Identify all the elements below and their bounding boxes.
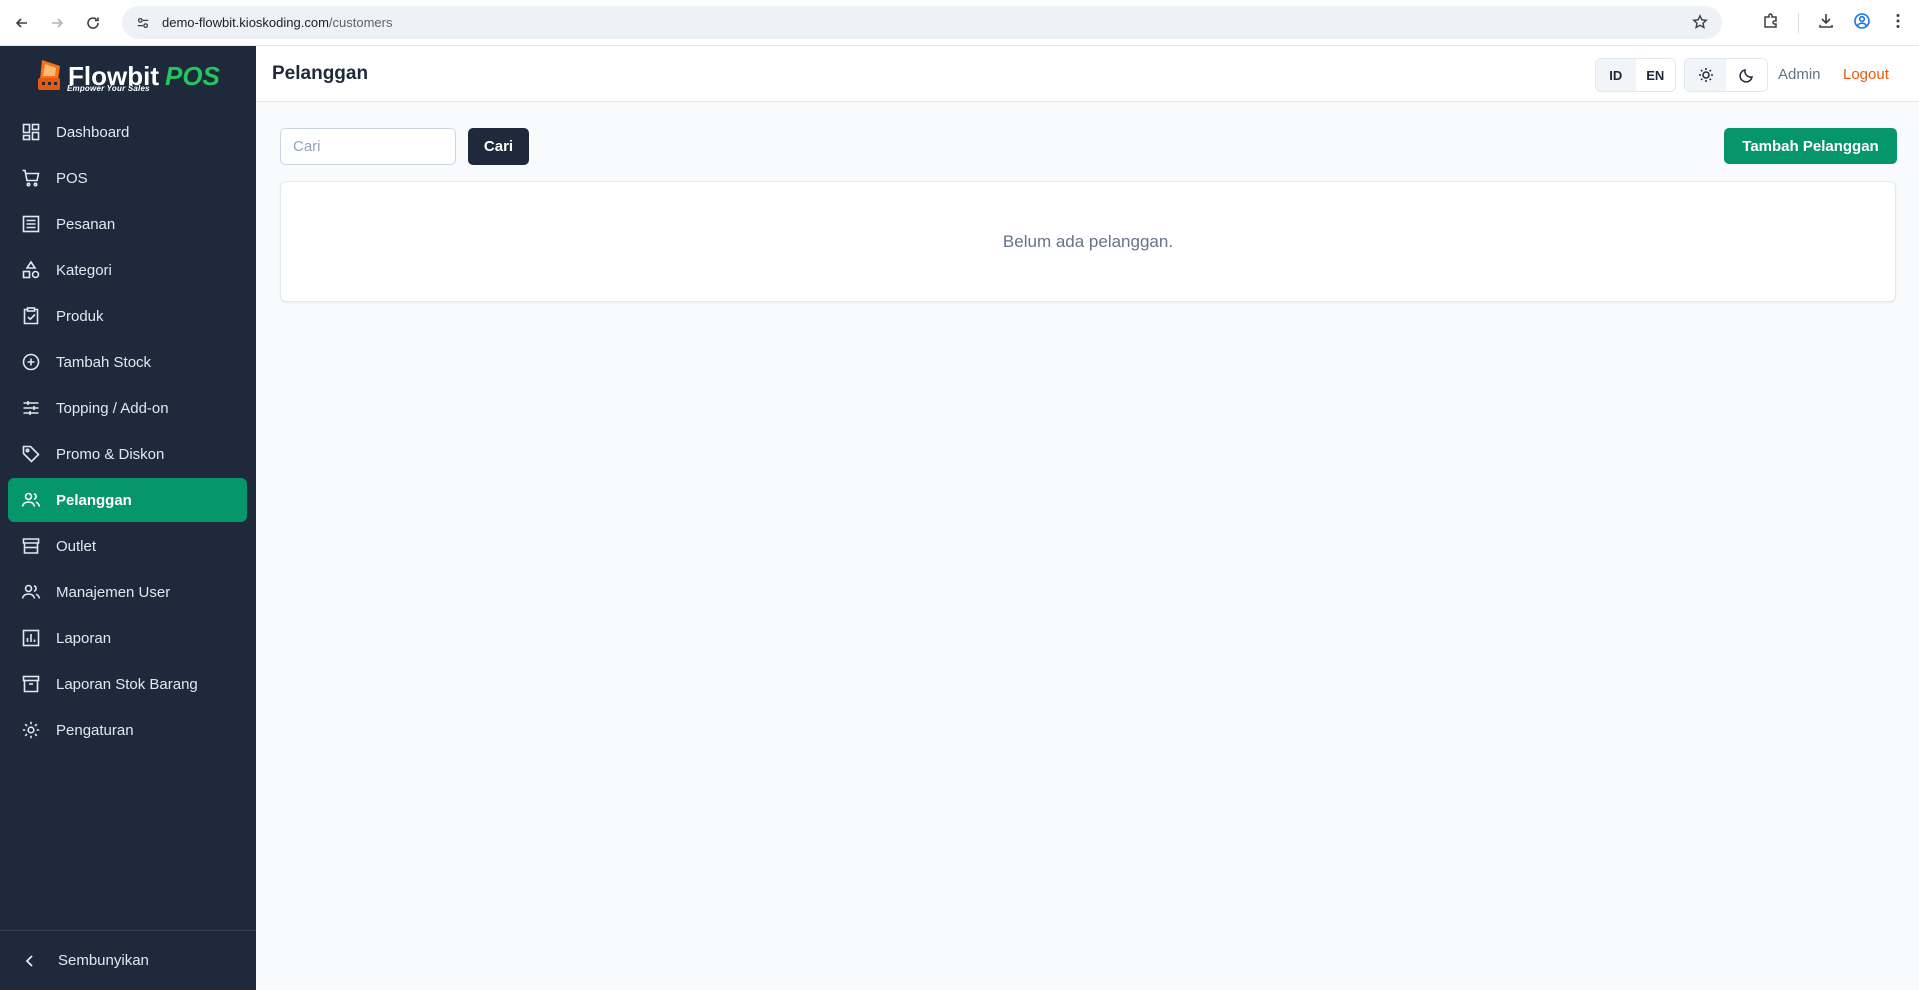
sliders-icon <box>23 401 39 415</box>
moon-icon <box>1738 69 1753 83</box>
lang-en-button[interactable]: EN <box>1636 59 1676 91</box>
sidebar-item-label: Dashboard <box>56 123 130 141</box>
sidebar-menu: Dashboard POS Pesanan Kategori Produk Ta… <box>8 110 247 754</box>
logo-cart-icon <box>38 60 60 90</box>
add-customer-button[interactable]: Tambah Pelanggan <box>1724 128 1897 164</box>
search-button[interactable]: Cari <box>468 128 529 165</box>
sidebar-item-kategori[interactable]: Kategori <box>8 248 247 292</box>
sidebar-item-manajemen-user[interactable]: Manajemen User <box>8 570 247 614</box>
sidebar-item-label: Laporan <box>56 629 112 647</box>
top-header: Pelanggan ID EN Admin Logout <box>256 46 1919 102</box>
logout-link[interactable]: Logout <box>1843 66 1889 83</box>
sidebar-item-label: Topping / Add-on <box>56 399 169 417</box>
gear-icon <box>22 721 40 739</box>
light-mode-button[interactable] <box>1685 59 1726 91</box>
download-icon[interactable] <box>1817 12 1835 30</box>
store-icon <box>22 538 40 554</box>
sidebar-item-label: Promo & Diskon <box>56 445 165 463</box>
clipboard-check-icon <box>23 307 39 325</box>
sidebar-item-outlet[interactable]: Outlet <box>8 524 247 568</box>
plus-circle-icon <box>22 353 40 371</box>
browser-menu-icon[interactable] <box>1889 12 1907 30</box>
dashboard-icon <box>22 123 40 141</box>
brand-tagline: Empower Your Sales <box>67 84 150 93</box>
sidebar-item-laporan-stok[interactable]: Laporan Stok Barang <box>8 662 247 706</box>
chevron-left-icon <box>25 954 33 967</box>
sidebar-item-label: Outlet <box>56 537 97 555</box>
sidebar-item-label: Pesanan <box>56 215 116 233</box>
bookmark-star-icon[interactable] <box>1692 14 1708 30</box>
theme-toggle <box>1684 58 1768 92</box>
page-title: Pelanggan <box>272 63 369 84</box>
sidebar-item-label: Produk <box>56 307 104 325</box>
sidebar-item-promo[interactable]: Promo & Diskon <box>8 432 247 476</box>
site-settings-icon[interactable] <box>136 16 150 30</box>
extensions-icon[interactable] <box>1762 12 1780 30</box>
shapes-icon <box>22 260 40 279</box>
address-bar[interactable]: demo-flowbit.kioskoding.com/customers <box>122 6 1722 39</box>
sidebar-item-label: Pelanggan <box>56 491 132 509</box>
tag-icon <box>22 445 40 463</box>
sidebar-item-label: Laporan Stok Barang <box>56 675 198 693</box>
sidebar-item-label: POS <box>56 169 88 187</box>
users-icon <box>21 584 41 599</box>
sidebar-item-tambah-stock[interactable]: Tambah Stock <box>8 340 247 384</box>
sidebar: Flowbit POS Empower Your Sales Dashboard … <box>0 46 256 990</box>
empty-state-message: Belum ada pelanggan. <box>1002 231 1174 251</box>
reload-icon[interactable] <box>82 12 104 34</box>
sidebar-item-label: Kategori <box>56 261 112 279</box>
lang-id-button[interactable]: ID <box>1596 59 1636 91</box>
sidebar-item-pos[interactable]: POS <box>8 156 247 200</box>
chart-icon <box>22 629 40 647</box>
sidebar-item-produk[interactable]: Produk <box>8 294 247 338</box>
sidebar-item-dashboard[interactable]: Dashboard <box>8 110 247 154</box>
back-icon[interactable] <box>11 12 33 34</box>
forward-icon[interactable] <box>46 12 68 34</box>
sidebar-item-topping[interactable]: Topping / Add-on <box>8 386 247 430</box>
toolbar-divider <box>1798 13 1799 33</box>
sidebar-item-pelanggan[interactable]: Pelanggan <box>8 478 247 522</box>
cart-icon <box>22 169 40 187</box>
url-text: demo-flowbit.kioskoding.com/customers <box>162 15 393 30</box>
profile-icon[interactable] <box>1853 12 1871 30</box>
sun-icon <box>1698 68 1713 82</box>
sidebar-item-label: Tambah Stock <box>56 353 152 371</box>
customer-list-card: Belum ada pelanggan. <box>280 181 1896 302</box>
browser-toolbar: demo-flowbit.kioskoding.com/customers <box>0 0 1919 46</box>
archive-icon <box>22 675 40 693</box>
sidebar-item-label: Manajemen User <box>56 583 171 601</box>
list-icon <box>22 215 40 233</box>
users-icon <box>21 492 41 507</box>
collapse-label: Sembunyikan <box>58 952 149 969</box>
language-toggle: ID EN <box>1595 58 1676 92</box>
sidebar-item-pengaturan[interactable]: Pengaturan <box>8 708 247 752</box>
sidebar-item-laporan[interactable]: Laporan <box>8 616 247 660</box>
search-input[interactable] <box>280 128 456 165</box>
sidebar-item-pesanan[interactable]: Pesanan <box>8 202 247 246</box>
sidebar-item-label: Pengaturan <box>56 721 134 739</box>
collapse-sidebar-button[interactable]: Sembunyikan <box>0 930 256 990</box>
dark-mode-button[interactable] <box>1726 59 1767 91</box>
user-name: Admin <box>1778 66 1821 83</box>
